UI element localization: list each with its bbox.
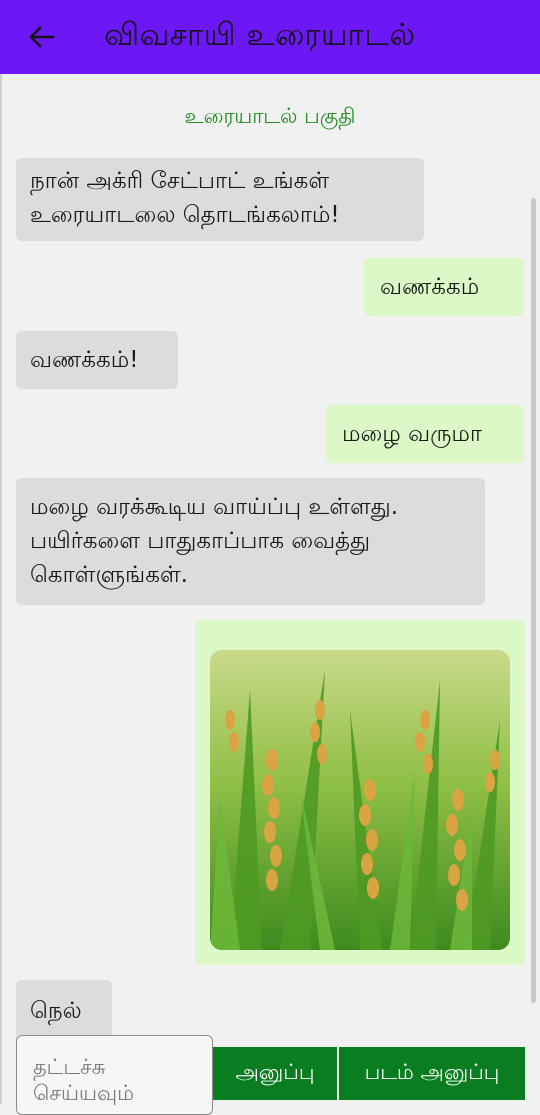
left-edge-divider (0, 74, 2, 1104)
message-bubble-bot: மழை வரக்கூடிய வாய்ப்பு உள்ளது. பயிர்களை … (16, 478, 485, 605)
message-bubble-user-image (195, 620, 525, 965)
page-title: விவசாயி உரையாடல் (104, 17, 416, 53)
section-label: உரையாடல் பகுதி (184, 104, 356, 128)
app-bar: விவசாயி உரையாடல் (0, 0, 540, 74)
send-button[interactable]: அனுப்பு (213, 1047, 337, 1100)
send-image-button[interactable]: படம் அனுப்பு (339, 1047, 525, 1100)
message-bubble-bot: வணக்கம்! (16, 331, 178, 389)
message-bubble-bot: நான் அக்ரி சேட்பாட் உங்கள் உரையாடலை தொடங… (16, 158, 424, 241)
rice-paddy-photo[interactable] (210, 650, 510, 950)
message-bubble-user: மழை வருமா (326, 405, 524, 463)
back-arrow-icon[interactable] (28, 23, 56, 51)
message-bubble-user: வணக்கம் (364, 258, 524, 316)
chat-scrollbar[interactable] (531, 198, 536, 1003)
message-bubble-bot: நெல் (16, 980, 112, 1040)
message-input[interactable]: தட்டச்சு செய்யவும் (16, 1035, 213, 1115)
